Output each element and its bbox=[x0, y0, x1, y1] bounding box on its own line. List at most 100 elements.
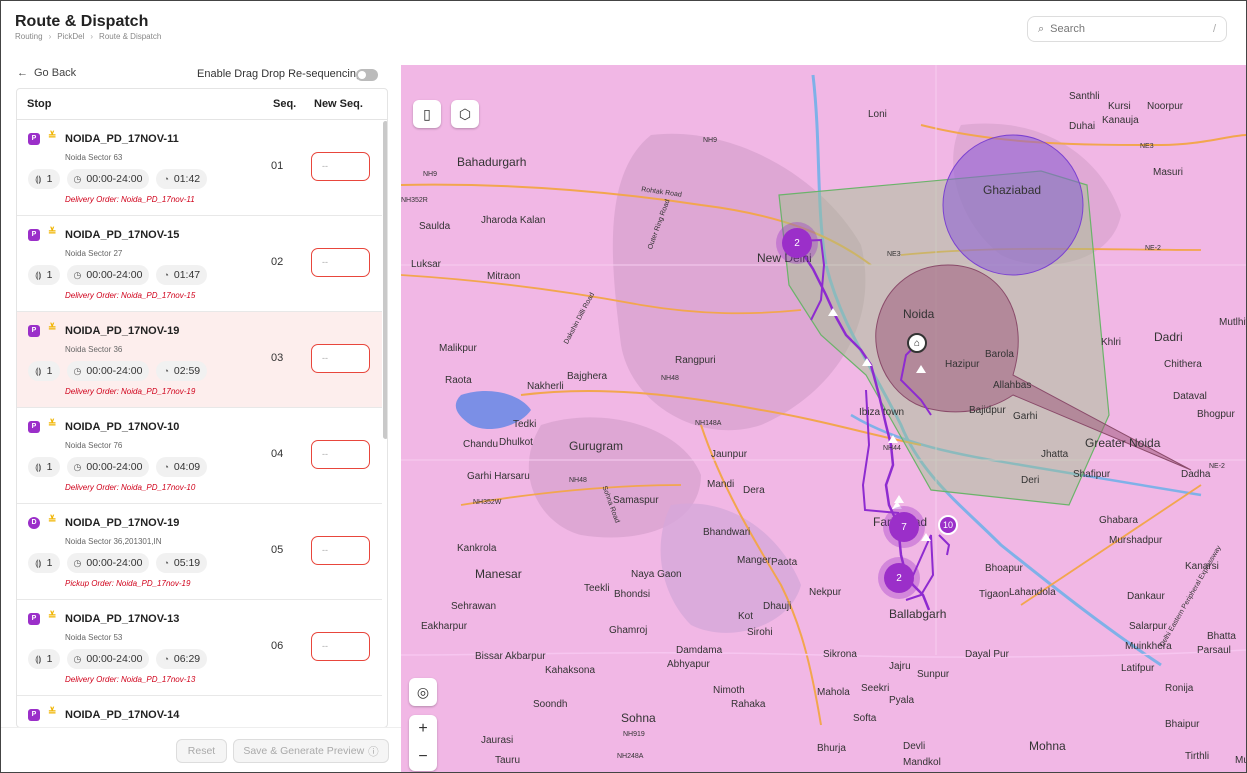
timer-icon: ◔ bbox=[163, 654, 169, 664]
new-sequence-input[interactable]: -- bbox=[311, 632, 370, 661]
route-map[interactable]: Loni Santhli Kursi Noorpur Duhai Kanauja… bbox=[401, 65, 1246, 772]
breadcrumb: Routing › PickDel › Route & Dispatch bbox=[15, 32, 161, 41]
eta-chip: ◔ 04:09 bbox=[156, 457, 208, 477]
stop-cluster-marker[interactable]: 2 bbox=[782, 228, 812, 258]
column-seq: Seq. bbox=[273, 98, 297, 110]
drag-drop-label: Enable Drag Drop Re-sequencing bbox=[197, 68, 363, 80]
time-window-chip: ◷ 00:00-24:00 bbox=[66, 361, 150, 381]
zoom-in-button[interactable]: + bbox=[409, 715, 437, 743]
place-label: Dankaur bbox=[1127, 591, 1165, 602]
chevron-down-icon[interactable]: ≚ bbox=[48, 227, 56, 238]
stop-row[interactable]: P ≚ NOIDA_PD_17NOV-15 Noida Sector 27 ⟬⟭… bbox=[17, 216, 382, 312]
place-label: Duhai bbox=[1069, 121, 1096, 132]
stop-list-scrollbar[interactable] bbox=[383, 121, 387, 439]
road-label: NH48 bbox=[661, 375, 679, 382]
stop-row[interactable]: D ≚ NOIDA_PD_17NOV-19 Noida Sector 36,20… bbox=[17, 504, 382, 600]
stop-row[interactable]: P ≚ NOIDA_PD_17NOV-13 Noida Sector 53 ⟬⟭… bbox=[17, 600, 382, 696]
column-new-seq: New Seq. bbox=[314, 98, 363, 110]
new-sequence-input[interactable]: -- bbox=[311, 536, 370, 565]
sequence-number: 06 bbox=[271, 640, 284, 652]
place-label: Bajidpur bbox=[969, 405, 1006, 416]
package-icon: ⟬⟭ bbox=[35, 365, 42, 376]
road-label: NH9 bbox=[703, 137, 718, 144]
place-label: Salarpur bbox=[1129, 621, 1167, 632]
go-back-link[interactable]: ← Go Back bbox=[17, 67, 76, 79]
package-icon: ⟬⟭ bbox=[35, 173, 42, 184]
place-label: Bajghera bbox=[567, 371, 608, 382]
units-chip: ⟬⟭ 1 bbox=[28, 649, 60, 669]
place-label: Saulda bbox=[419, 221, 451, 232]
3d-cube-icon[interactable]: ⬡ bbox=[451, 100, 479, 128]
chevron-down-icon[interactable]: ≚ bbox=[48, 707, 56, 718]
place-label: Kursi bbox=[1108, 101, 1131, 112]
road-label: NH9 bbox=[423, 171, 438, 178]
place-label: Barola bbox=[985, 349, 1014, 360]
sequence-number: 01 bbox=[271, 160, 284, 172]
stop-type-badge: P bbox=[28, 709, 40, 721]
place-label: Kot bbox=[738, 611, 754, 622]
save-generate-preview-button[interactable]: Save & Generate Preview ⓘ bbox=[233, 739, 389, 763]
stop-address: Noida Sector 27 bbox=[65, 249, 123, 258]
eta-chip: ◔ 02:59 bbox=[156, 361, 208, 381]
place-label: Bahadurgarh bbox=[457, 155, 527, 169]
place-label: Ghabara bbox=[1099, 515, 1138, 526]
road-label: NE3 bbox=[887, 251, 901, 258]
breadcrumb-pickdel[interactable]: PickDel bbox=[57, 32, 84, 41]
place-label: Teekli bbox=[584, 583, 610, 594]
chevron-down-icon[interactable]: ≚ bbox=[48, 515, 56, 526]
stop-row[interactable]: P ≚ NOIDA_PD_17NOV-11 Noida Sector 63 ⟬⟭… bbox=[17, 120, 382, 216]
timer-icon: ◔ bbox=[163, 558, 169, 568]
place-label: Pyala bbox=[889, 695, 915, 706]
sequence-number: 04 bbox=[271, 448, 284, 460]
units-chip: ⟬⟭ 1 bbox=[28, 361, 60, 381]
stop-pin-marker[interactable]: 10 bbox=[938, 515, 958, 535]
road-label: NE3 bbox=[1140, 143, 1154, 150]
time-window-chip: ◷ 00:00-24:00 bbox=[66, 265, 150, 285]
chevron-down-icon[interactable]: ≚ bbox=[48, 419, 56, 430]
road-label: NH148A bbox=[695, 420, 722, 427]
breadcrumb-routing[interactable]: Routing bbox=[15, 32, 43, 41]
place-label: Malikpur bbox=[439, 343, 477, 354]
stop-chips: ⟬⟭ 1 ◷ 00:00-24:00 ◔ 04:09 bbox=[28, 457, 208, 477]
stop-cluster-marker[interactable]: 2 bbox=[884, 563, 914, 593]
place-label: Rangpuri bbox=[675, 355, 716, 366]
chevron-down-icon[interactable]: ≚ bbox=[48, 323, 56, 334]
stop-row[interactable]: P ≚ NOIDA_PD_17NOV-10 Noida Sector 76 ⟬⟭… bbox=[17, 408, 382, 504]
place-label: Mitraon bbox=[487, 271, 521, 282]
place-label: Murshadpur bbox=[1109, 535, 1163, 546]
chevron-down-icon[interactable]: ≚ bbox=[48, 611, 56, 622]
stop-cluster-marker[interactable]: 7 bbox=[889, 512, 919, 542]
stop-row[interactable]: P ≚ NOIDA_PD_17NOV-14 bbox=[17, 696, 382, 727]
locate-me-icon[interactable]: ◎ bbox=[409, 678, 437, 706]
place-label: Tigaon bbox=[979, 589, 1010, 600]
search-input[interactable]: ⌕ Search / bbox=[1027, 16, 1227, 42]
place-label: Dadha bbox=[1181, 469, 1211, 480]
time-window-chip: ◷ 00:00-24:00 bbox=[66, 457, 150, 477]
stop-row-selected[interactable]: P ≚ NOIDA_PD_17NOV-19 Noida Sector 36 ⟬⟭… bbox=[17, 312, 382, 408]
map-view-icon[interactable]: ▯ bbox=[413, 100, 441, 128]
reset-button[interactable]: Reset bbox=[176, 739, 227, 763]
warehouse-icon[interactable]: ⌂ bbox=[907, 333, 927, 353]
place-label: Noida bbox=[903, 307, 935, 321]
arrow-left-icon: ← bbox=[17, 67, 28, 79]
chevron-down-icon[interactable]: ≚ bbox=[48, 131, 56, 142]
stop-address: Noida Sector 63 bbox=[65, 153, 123, 162]
eta-value: 05:19 bbox=[173, 557, 201, 569]
new-sequence-input[interactable]: -- bbox=[311, 152, 370, 181]
place-label: Seekri bbox=[861, 683, 890, 694]
new-sequence-input[interactable]: -- bbox=[311, 344, 370, 373]
new-sequence-input[interactable]: -- bbox=[311, 440, 370, 469]
place-label: Dera bbox=[743, 485, 765, 496]
time-window-value: 00:00-24:00 bbox=[86, 365, 143, 377]
place-label: Bhogpur bbox=[1197, 409, 1235, 420]
order-reference: Delivery Order: Noida_PD_17nov-19 bbox=[65, 387, 196, 396]
eta-chip: ◔ 05:19 bbox=[156, 553, 208, 573]
drag-drop-toggle[interactable] bbox=[356, 69, 378, 81]
stop-chips: ⟬⟭ 1 ◷ 00:00-24:00 ◔ 02:59 bbox=[28, 361, 208, 381]
zoom-out-button[interactable]: − bbox=[409, 743, 437, 771]
more-menu-icon[interactable]: ⋮ bbox=[1241, 19, 1246, 33]
place-label: Jaunpur bbox=[711, 449, 748, 460]
new-sequence-input[interactable]: -- bbox=[311, 248, 370, 277]
units-chip: ⟬⟭ 1 bbox=[28, 265, 60, 285]
place-label: Lahandola bbox=[1009, 587, 1056, 598]
